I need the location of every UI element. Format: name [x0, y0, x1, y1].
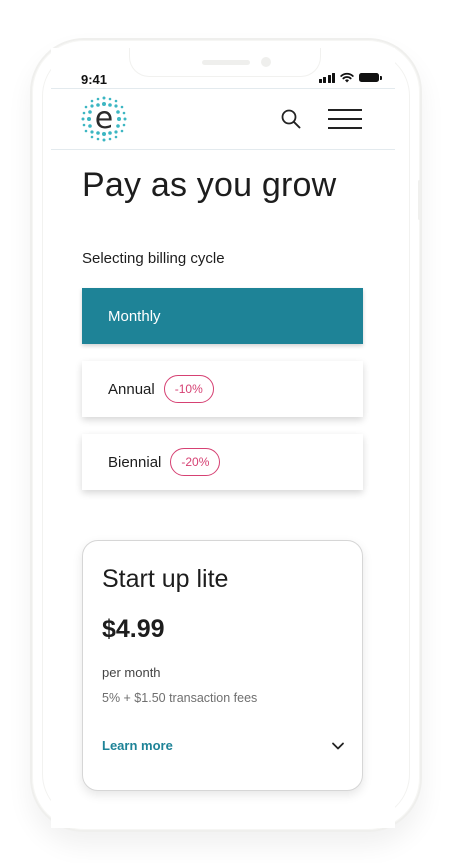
billing-option-annual[interactable]: Annual -10%	[82, 361, 363, 417]
discount-badge: -20%	[170, 448, 221, 476]
status-time: 9:41	[81, 72, 108, 87]
billing-option-monthly[interactable]: Monthly	[82, 288, 363, 344]
chevron-down-icon[interactable]	[331, 739, 345, 753]
phone-side-button	[418, 180, 421, 220]
wifi-icon	[340, 72, 354, 83]
billing-option-label: Biennial	[108, 453, 162, 471]
page-title: Pay as you grow	[82, 166, 337, 204]
discount-badge: -10%	[163, 375, 214, 403]
search-icon[interactable]	[280, 108, 302, 130]
status-icons	[318, 72, 382, 83]
cellular-signal-icon	[318, 72, 335, 83]
logo-icon[interactable]: e	[80, 95, 128, 143]
billing-option-label: Monthly	[108, 307, 161, 325]
billing-option-biennial[interactable]: Biennial -20%	[82, 434, 363, 490]
plan-name: Start up lite	[102, 565, 229, 593]
billing-option-label: Annual	[108, 380, 155, 398]
plan-fees: 5% + $1.50 transaction fees	[102, 691, 258, 705]
plan-card[interactable]: Start up lite $4.99 per month 5% + $1.50…	[82, 540, 363, 791]
billing-cycle-label: Selecting billing cycle	[82, 250, 225, 267]
plan-price: $4.99	[102, 615, 165, 643]
plan-period: per month	[102, 665, 161, 680]
notch	[129, 48, 321, 77]
battery-icon	[359, 73, 382, 82]
phone-screen: 9:41 e Pay as you grow Selecting billing…	[51, 48, 395, 828]
learn-more-link[interactable]: Learn more	[102, 738, 173, 753]
speaker	[202, 60, 250, 65]
logo-letter: e	[95, 101, 113, 136]
front-camera	[261, 57, 271, 67]
top-navbar: e	[51, 88, 395, 150]
hamburger-menu-icon[interactable]	[328, 109, 362, 129]
